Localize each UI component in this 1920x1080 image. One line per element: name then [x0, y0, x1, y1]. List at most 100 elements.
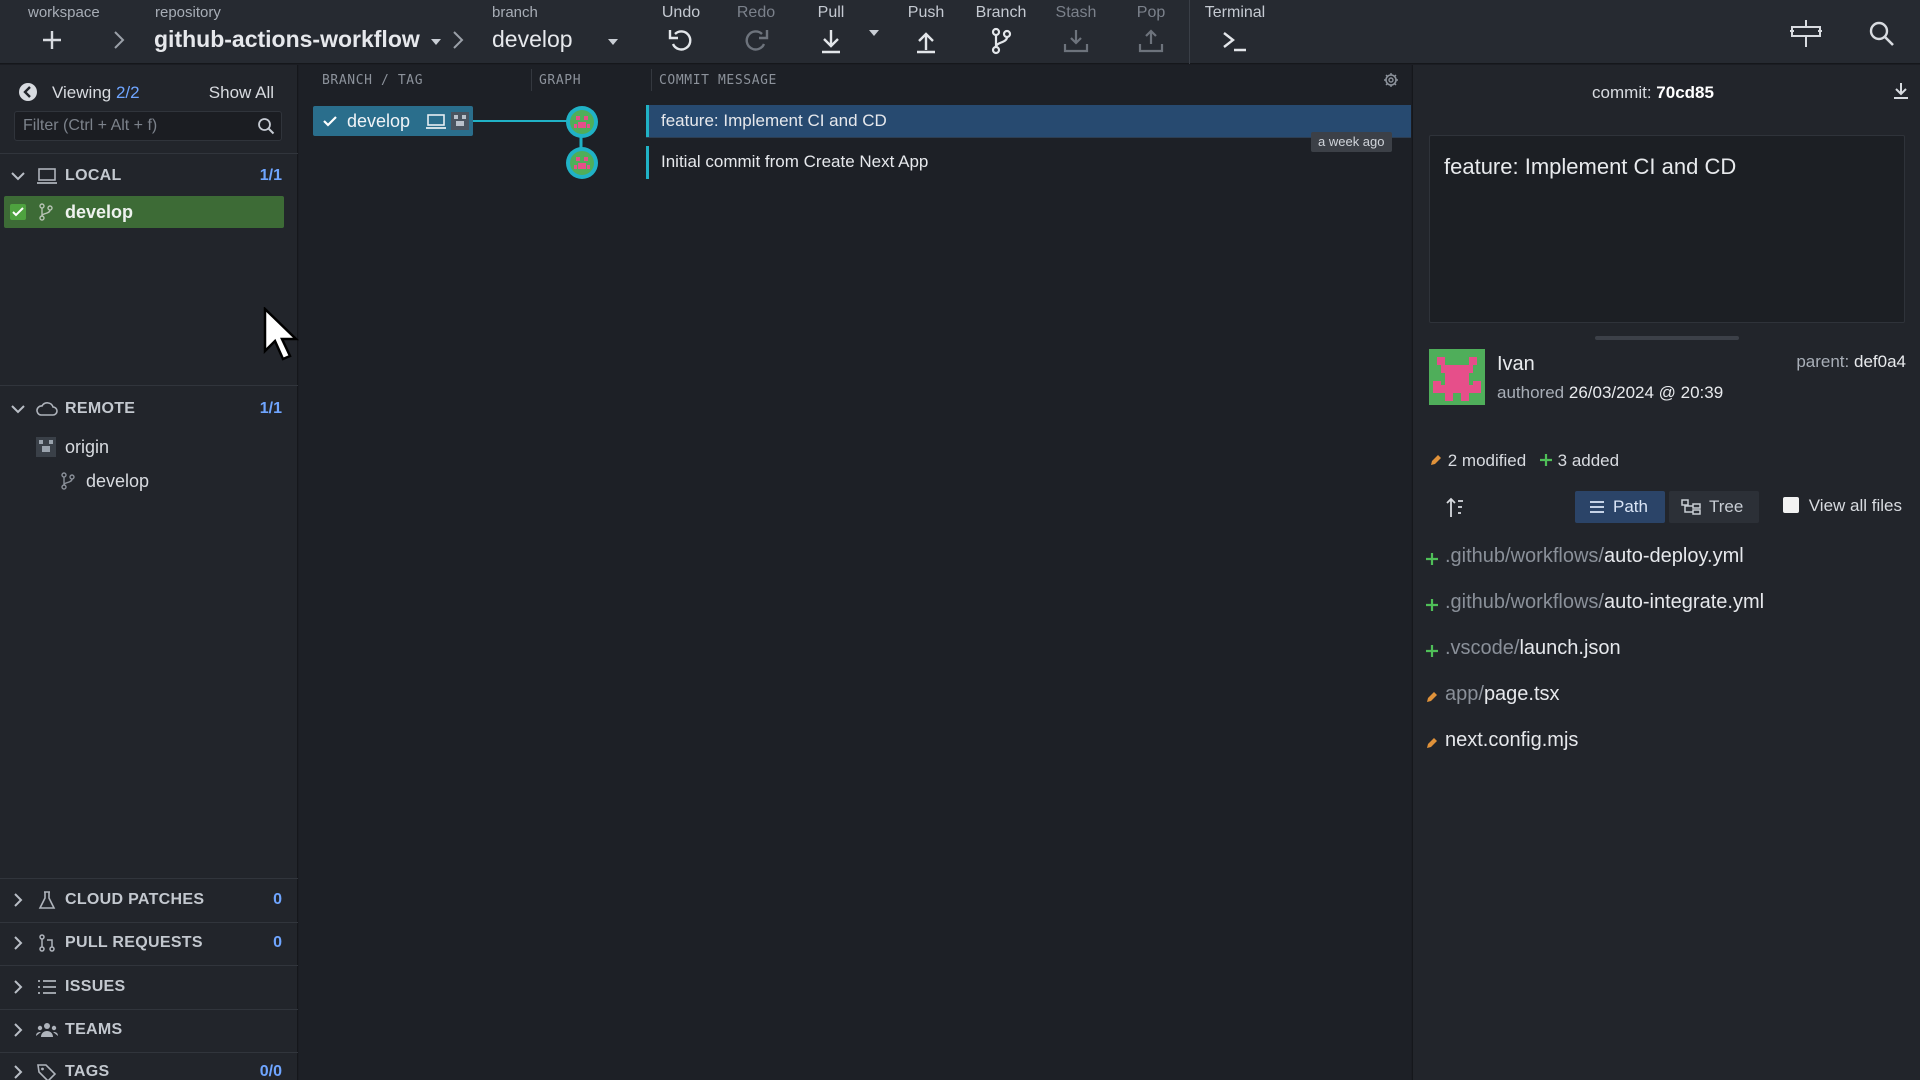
- stash-icon: [1063, 30, 1089, 53]
- undo-icon: [668, 30, 692, 51]
- pull-requests-section-header[interactable]: PULL REQUESTS 0: [0, 926, 298, 960]
- pull-label: Pull: [817, 4, 845, 21]
- column-divider[interactable]: [651, 69, 652, 91]
- tags-section-header[interactable]: TAGS 0/0: [0, 1055, 298, 1080]
- cloud-icon: [36, 402, 58, 416]
- list-icon: [1590, 501, 1604, 513]
- pop-button[interactable]: Pop: [1118, 0, 1184, 64]
- tree-view-label: Tree: [1709, 497, 1744, 516]
- chevron-down-icon: [11, 405, 25, 414]
- stash-button[interactable]: Stash: [1043, 0, 1109, 64]
- file-dir: .vscode/: [1445, 637, 1520, 659]
- branch-button-label: Branch: [975, 4, 1027, 21]
- remote-origin-name: origin: [65, 437, 110, 457]
- branch-button[interactable]: Branch: [968, 0, 1034, 64]
- file-row[interactable]: .github/workflows/auto-integrate.yml: [1426, 591, 1764, 621]
- redo-button[interactable]: Redo: [723, 0, 789, 64]
- download-icon[interactable]: [1891, 81, 1911, 101]
- commit-message-column-header[interactable]: COMMIT MESSAGE: [659, 73, 777, 88]
- resize-handle[interactable]: [1595, 336, 1739, 340]
- viewing-count: 2/2: [115, 83, 140, 102]
- view-all-files-label: View all files: [1808, 496, 1902, 515]
- pencil-icon: [1427, 738, 1437, 748]
- change-stats: 2 modified 3 added: [1429, 451, 1619, 471]
- terminal-icon: [1223, 32, 1246, 52]
- avatar-icon: [570, 110, 594, 134]
- local-branch-develop[interactable]: develop: [4, 196, 284, 228]
- file-row[interactable]: app/page.tsx: [1427, 683, 1560, 713]
- commit-node-avatar[interactable]: [566, 147, 598, 179]
- commit-message[interactable]: feature: Implement CI and CD: [661, 111, 887, 131]
- teams-title: TEAMS: [65, 1021, 123, 1038]
- commit-message[interactable]: Initial commit from Create Next App: [661, 152, 928, 172]
- authored-line: authored 26/03/2024 @ 20:39: [1497, 383, 1723, 403]
- pull-requests-title: PULL REQUESTS: [65, 934, 203, 951]
- layout-toggle-button[interactable]: [1788, 18, 1824, 50]
- branch-tag-column-header[interactable]: BRANCH / TAG: [322, 73, 423, 88]
- terminal-button[interactable]: Terminal: [1200, 0, 1270, 64]
- commit-label: commit:: [1592, 83, 1652, 102]
- cloud-patches-title: CLOUD PATCHES: [65, 891, 205, 908]
- plus-icon: [43, 31, 61, 49]
- workspace-label: workspace: [28, 4, 100, 21]
- gear-icon[interactable]: [1383, 72, 1399, 88]
- pull-options-caret-icon[interactable]: [868, 28, 880, 38]
- commit-id: commit: 70cd85: [1413, 83, 1893, 103]
- repository-selector[interactable]: github-actions-workflow: [154, 26, 442, 53]
- chevron-right-icon: [14, 1065, 23, 1079]
- file-name: launch.json: [1519, 637, 1621, 659]
- back-arrow-icon[interactable]: [18, 82, 38, 102]
- graph-column-headers: BRANCH / TAG GRAPH COMMIT MESSAGE: [299, 65, 1411, 95]
- column-divider[interactable]: [531, 69, 532, 91]
- issues-section-header[interactable]: ISSUES: [0, 970, 298, 1004]
- push-label: Push: [907, 4, 945, 21]
- left-panel: Viewing 2/2 Show All LOCAL 1/1 develop: [0, 65, 300, 1080]
- branch-pill-name: develop: [347, 111, 411, 131]
- flask-icon: [38, 891, 56, 909]
- search-button[interactable]: [1868, 20, 1896, 48]
- chevron-right-icon: [14, 980, 23, 994]
- show-all-link[interactable]: Show All: [209, 83, 274, 103]
- branch-pill-develop[interactable]: develop: [313, 106, 473, 136]
- filter-input[interactable]: [15, 112, 245, 140]
- branch-icon: [61, 472, 75, 490]
- stash-label: Stash: [1055, 4, 1097, 21]
- modified-count: 2 modified: [1447, 451, 1527, 470]
- caret-down-icon: [607, 39, 618, 45]
- add-workspace-button[interactable]: [40, 28, 64, 52]
- cloud-patches-section-header[interactable]: CLOUD PATCHES 0: [0, 883, 298, 917]
- graph-column-header[interactable]: GRAPH: [539, 73, 581, 88]
- file-row[interactable]: .vscode/launch.json: [1426, 637, 1621, 667]
- divider: [0, 1009, 298, 1010]
- commit-message-box[interactable]: feature: Implement CI and CD: [1429, 135, 1905, 323]
- divider: [0, 922, 298, 923]
- tags-count: 0/0: [259, 1063, 282, 1080]
- parent-label: parent:: [1796, 352, 1850, 371]
- pull-button[interactable]: Pull: [798, 0, 864, 64]
- path-view-button[interactable]: Path: [1575, 491, 1665, 523]
- commit-sha[interactable]: 70cd85: [1656, 83, 1714, 102]
- tree-view-button[interactable]: Tree: [1669, 491, 1759, 523]
- branch-visible-checkbox[interactable]: [10, 204, 26, 220]
- remote-section-header[interactable]: REMOTE 1/1: [0, 392, 298, 426]
- teams-section-header[interactable]: TEAMS: [0, 1013, 298, 1047]
- sort-icon[interactable]: [1445, 497, 1467, 519]
- view-all-files-toggle[interactable]: View all files: [1782, 496, 1902, 516]
- branch-selector[interactable]: develop: [492, 26, 619, 53]
- filter-field[interactable]: [14, 111, 282, 141]
- redo-label: Redo: [736, 4, 776, 21]
- local-section-header[interactable]: LOCAL 1/1: [0, 159, 298, 193]
- commit-node-avatar[interactable]: [566, 106, 598, 138]
- file-row[interactable]: .github/workflows/auto-deploy.yml: [1426, 545, 1744, 575]
- push-button[interactable]: Push: [893, 0, 959, 64]
- check-icon: [12, 207, 24, 217]
- view-all-files-checkbox[interactable]: [1782, 497, 1799, 513]
- pencil-icon: [1431, 455, 1441, 465]
- file-row[interactable]: next.config.mjs: [1427, 729, 1578, 759]
- parent-sha[interactable]: def0a4: [1854, 352, 1906, 371]
- pull-icon: [822, 30, 840, 54]
- undo-button[interactable]: Undo: [648, 0, 714, 64]
- pop-icon: [1138, 29, 1164, 53]
- search-icon: [258, 118, 275, 135]
- commit-graph: [473, 120, 583, 161]
